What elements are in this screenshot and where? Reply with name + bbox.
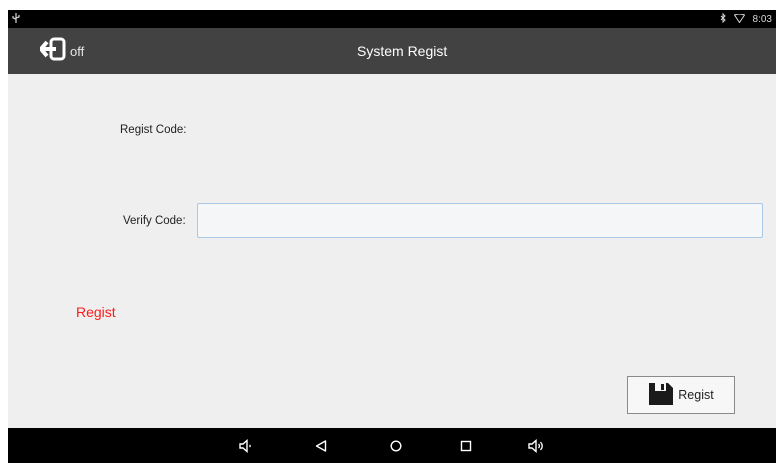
navigation-bar (8, 428, 776, 463)
back-nav-icon[interactable] (306, 428, 336, 463)
status-message: Regist (76, 304, 116, 320)
bluetooth-icon (720, 12, 726, 26)
verify-code-input[interactable] (197, 203, 763, 238)
back-label: off (70, 43, 85, 59)
main-content: Regist Code: Verify Code: Regist Regist (8, 74, 776, 428)
regist-button[interactable]: Regist (627, 376, 735, 414)
save-icon (648, 382, 674, 409)
verify-code-label: Verify Code: (123, 215, 186, 227)
home-icon[interactable] (381, 428, 411, 463)
usb-icon (12, 13, 20, 26)
volume-up-icon[interactable] (522, 428, 552, 463)
exit-icon (38, 37, 66, 66)
app-bar: off System Regist (8, 28, 776, 74)
volume-down-icon[interactable] (231, 428, 261, 463)
wifi-icon (733, 13, 745, 26)
clock: 8:03 (752, 14, 772, 25)
regist-button-label: Regist (678, 388, 714, 402)
status-bar: 8:03 (8, 10, 776, 28)
regist-code-label: Regist Code: (120, 124, 187, 136)
page-title: System Regist (357, 43, 448, 59)
recents-icon[interactable] (451, 428, 481, 463)
back-button[interactable]: off (38, 37, 85, 66)
